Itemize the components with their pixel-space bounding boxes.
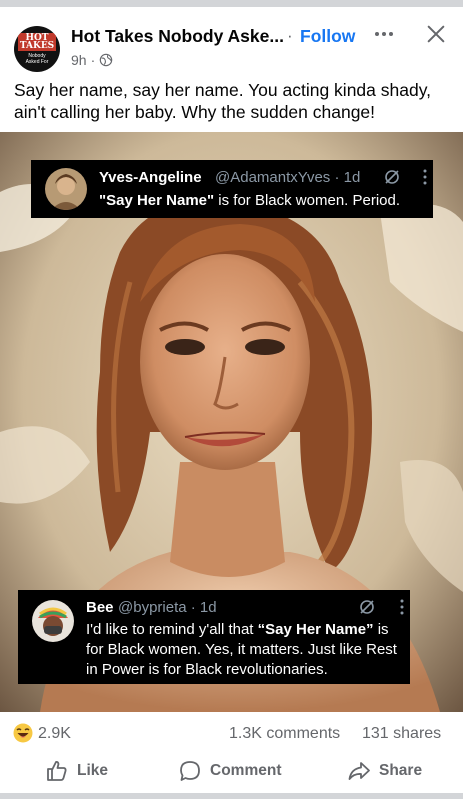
avatar-photo bbox=[32, 600, 74, 642]
tweet-author-handle: @AdamantxYves · 1d bbox=[215, 169, 361, 186]
page-name[interactable]: Hot Takes Nobody Aske... bbox=[71, 26, 284, 47]
name-separator: · bbox=[287, 26, 293, 45]
engagement-stats: 2.9K 1.3K comments 131 shares bbox=[0, 723, 463, 747]
page-avatar[interactable]: HOT TAKES Nobody Asked For bbox=[14, 26, 60, 72]
tweet-text-emphasis: “Say Her Name” bbox=[257, 621, 374, 638]
tweet-text: "Say Her Name" is for Black women. Perio… bbox=[99, 191, 429, 211]
tweet-text: I'd like to remind y'all that “Say Her N… bbox=[86, 620, 408, 680]
share-label: Share bbox=[379, 762, 423, 779]
tweet-avatar bbox=[45, 168, 87, 210]
reaction-count[interactable]: 2.9K bbox=[38, 725, 71, 743]
bottom-divider bbox=[0, 793, 463, 799]
tweet-text-intro: I'd like to remind y'all that bbox=[86, 621, 258, 638]
tweet-author-name: Yves-Angeline bbox=[99, 169, 202, 186]
tweet-author-name: Bee bbox=[86, 599, 114, 616]
post-meta: 9h · bbox=[71, 52, 113, 68]
tweet-text-emphasis: "Say Her Name" bbox=[99, 192, 215, 209]
comment-button[interactable]: Comment bbox=[178, 756, 281, 786]
tweet-more-icon bbox=[400, 599, 404, 615]
tweet-text-rest: is for Black women. Period. bbox=[214, 192, 401, 209]
share-button[interactable]: Share bbox=[347, 756, 422, 786]
logo-subtitle: Nobody Asked For bbox=[26, 53, 49, 65]
meta-separator: · bbox=[90, 52, 96, 68]
follow-button[interactable]: Follow bbox=[300, 26, 355, 47]
top-divider bbox=[0, 0, 463, 7]
grok-icon bbox=[385, 170, 399, 184]
avatar-photo bbox=[45, 168, 87, 210]
globe-icon bbox=[99, 53, 113, 67]
embedded-tweet-1: Yves-Angeline @AdamantxYves · 1d "Say He… bbox=[31, 160, 433, 218]
post-actions: Like Comment Share bbox=[0, 756, 463, 788]
post-caption: Say her name, say her name. You acting k… bbox=[14, 80, 432, 122]
comments-count[interactable]: 1.3K comments bbox=[229, 725, 340, 743]
thumbs-up-icon bbox=[47, 761, 67, 781]
comment-bubble-icon bbox=[180, 761, 200, 781]
like-button[interactable]: Like bbox=[45, 756, 108, 786]
close-icon[interactable] bbox=[425, 23, 447, 45]
embedded-tweet-2: Bee @byprieta · 1d I'd like to remind y'… bbox=[18, 590, 410, 684]
logo-wordmark: HOT TAKES bbox=[17, 33, 57, 51]
more-options-icon[interactable] bbox=[372, 22, 396, 46]
laugh-reaction-icon[interactable] bbox=[13, 723, 33, 743]
shares-count[interactable]: 131 shares bbox=[362, 725, 441, 743]
post-header: HOT TAKES Nobody Asked For Hot Takes Nob… bbox=[0, 14, 463, 74]
post-time[interactable]: 9h bbox=[71, 52, 87, 68]
comment-label: Comment bbox=[210, 762, 282, 779]
logo-sub-line2: Asked For bbox=[25, 59, 49, 65]
like-label: Like bbox=[77, 762, 109, 779]
logo-title-line2: TAKES bbox=[19, 41, 55, 51]
share-arrow-icon bbox=[348, 762, 370, 780]
tweet-avatar bbox=[32, 600, 74, 642]
grok-icon bbox=[360, 600, 374, 614]
tweet-more-icon bbox=[423, 169, 427, 185]
tweet-author-handle: @byprieta · 1d bbox=[118, 599, 217, 616]
